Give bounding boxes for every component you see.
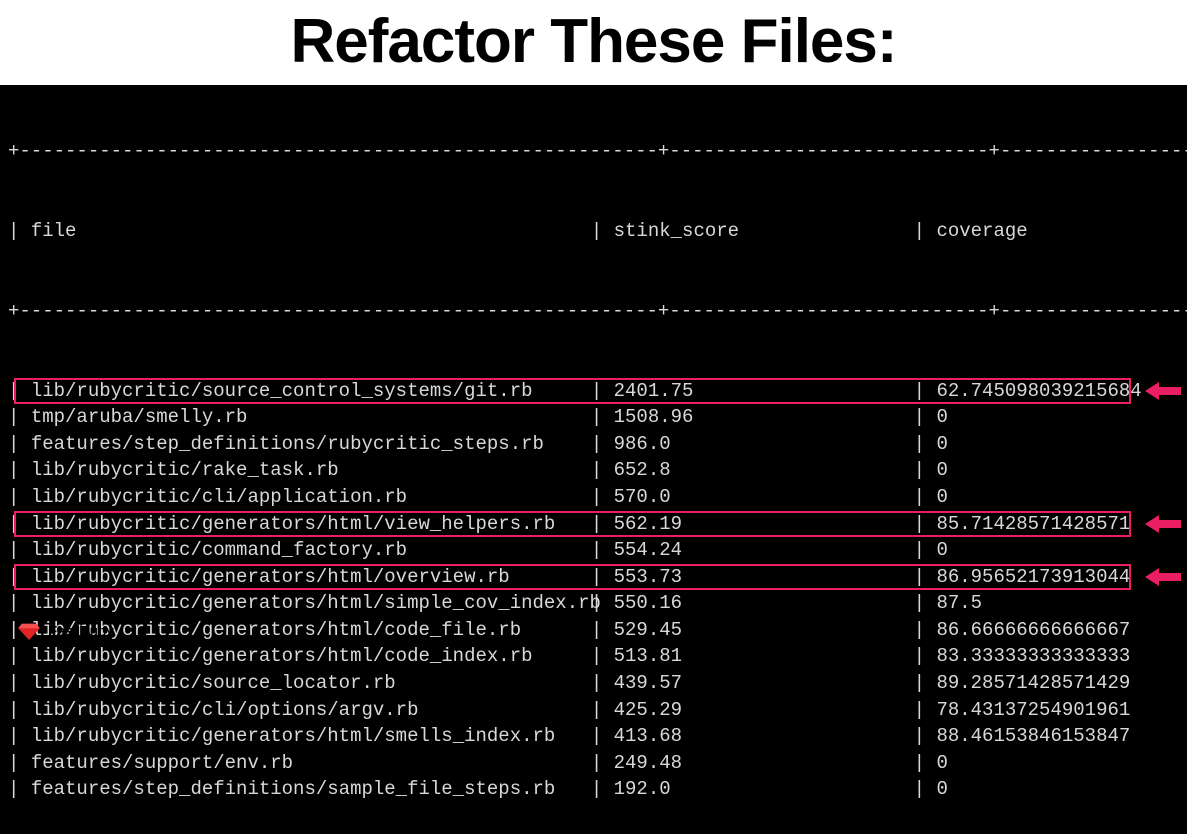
cell-stink: 2401.75 <box>614 378 914 405</box>
cell-file: lib/rubycritic/generators/html/code_inde… <box>31 643 591 670</box>
cell-coverage: 78.43137254901961 <box>936 697 1130 724</box>
page-title: Refactor These Files: <box>0 0 1187 85</box>
cell-stink: 570.0 <box>614 484 914 511</box>
cell-stink: 562.19 <box>614 511 914 538</box>
brand-text: FastRuby <box>48 623 114 640</box>
cell-file: lib/rubycritic/generators/html/view_help… <box>31 511 591 538</box>
gem-icon <box>18 622 40 640</box>
cell-stink: 1508.96 <box>614 404 914 431</box>
cell-file: lib/rubycritic/source_control_systems/gi… <box>31 378 591 405</box>
cell-coverage: 0 <box>936 537 947 564</box>
cell-stink: 425.29 <box>614 697 914 724</box>
table-row: | lib/rubycritic/source_control_systems/… <box>0 378 1187 405</box>
arrow-left-icon <box>1145 513 1181 535</box>
cell-stink: 413.68 <box>614 723 914 750</box>
cell-file: features/step_definitions/sample_file_st… <box>31 776 591 803</box>
cell-file: lib/rubycritic/generators/html/overview.… <box>31 564 591 591</box>
cell-coverage: 88.46153846153847 <box>936 723 1130 750</box>
cell-stink: 986.0 <box>614 431 914 458</box>
table-header: | file| stink_score| coverage <box>0 218 1187 245</box>
cell-coverage: 86.95652173913044 <box>936 564 1130 591</box>
table-row: | lib/rubycritic/generators/html/smells_… <box>0 723 1187 750</box>
cell-file: lib/rubycritic/cli/application.rb <box>31 484 591 511</box>
cell-stink: 249.48 <box>614 750 914 777</box>
table-row: | lib/rubycritic/generators/html/view_he… <box>0 511 1187 538</box>
column-coverage: coverage <box>936 218 1027 245</box>
cell-file: lib/rubycritic/rake_task.rb <box>31 457 591 484</box>
cell-stink: 550.16 <box>614 590 914 617</box>
table-row: | features/step_definitions/rubycritic_s… <box>0 431 1187 458</box>
table-row: | lib/rubycritic/generators/html/code_in… <box>0 643 1187 670</box>
cell-file: lib/rubycritic/command_factory.rb <box>31 537 591 564</box>
cell-file: lib/rubycritic/cli/options/argv.rb <box>31 697 591 724</box>
cell-coverage: 86.66666666666667 <box>936 617 1130 644</box>
cell-file: features/step_definitions/rubycritic_ste… <box>31 431 591 458</box>
arrow-left-icon <box>1145 380 1181 402</box>
column-file: file <box>31 218 591 245</box>
cell-file: lib/rubycritic/generators/html/code_file… <box>31 617 591 644</box>
cell-file: tmp/aruba/smelly.rb <box>31 404 591 431</box>
cell-coverage: 83.33333333333333 <box>936 643 1130 670</box>
table-row: | lib/rubycritic/generators/html/overvie… <box>0 564 1187 591</box>
table-row: | lib/rubycritic/generators/html/code_fi… <box>0 617 1187 644</box>
terminal-output: +---------------------------------------… <box>0 85 1187 834</box>
cell-stink: 529.45 <box>614 617 914 644</box>
table-row: | lib/rubycritic/command_factory.rb| 554… <box>0 537 1187 564</box>
table-row: | lib/rubycritic/generators/html/simple_… <box>0 590 1187 617</box>
divider: +---------------------------------------… <box>0 138 1187 165</box>
cell-coverage: 0 <box>936 750 947 777</box>
cell-stink: 439.57 <box>614 670 914 697</box>
cell-coverage: 0 <box>936 404 947 431</box>
cell-coverage: 89.28571428571429 <box>936 670 1130 697</box>
cell-coverage: 62.745098039215684 <box>936 378 1141 405</box>
cell-stink: 192.0 <box>614 776 914 803</box>
cell-file: features/support/env.rb <box>31 750 591 777</box>
cell-coverage: 87.5 <box>936 590 982 617</box>
cell-coverage: 0 <box>936 484 947 511</box>
cell-file: lib/rubycritic/generators/html/smells_in… <box>31 723 591 750</box>
arrow-left-icon <box>1145 566 1181 588</box>
table-row: | lib/rubycritic/cli/application.rb| 570… <box>0 484 1187 511</box>
cell-stink: 553.73 <box>614 564 914 591</box>
table-row: | lib/rubycritic/cli/options/argv.rb| 42… <box>0 697 1187 724</box>
footer-brand: FastRuby <box>18 622 114 640</box>
table-row: | lib/rubycritic/rake_task.rb| 652.8| 0 <box>0 457 1187 484</box>
cell-coverage: 0 <box>936 776 947 803</box>
column-stink: stink_score <box>614 218 914 245</box>
divider: +---------------------------------------… <box>0 298 1187 325</box>
table-row: | lib/rubycritic/source_locator.rb| 439.… <box>0 670 1187 697</box>
table-row: | features/support/env.rb| 249.48| 0 <box>0 750 1187 777</box>
cell-stink: 554.24 <box>614 537 914 564</box>
cell-coverage: 0 <box>936 457 947 484</box>
cell-stink: 652.8 <box>614 457 914 484</box>
cell-stink: 513.81 <box>614 643 914 670</box>
cell-file: lib/rubycritic/source_locator.rb <box>31 670 591 697</box>
table-row: | features/step_definitions/sample_file_… <box>0 776 1187 803</box>
cell-file: lib/rubycritic/generators/html/simple_co… <box>31 590 591 617</box>
table-row: | tmp/aruba/smelly.rb| 1508.96| 0 <box>0 404 1187 431</box>
cell-coverage: 85.71428571428571 <box>936 511 1130 538</box>
cell-coverage: 0 <box>936 431 947 458</box>
